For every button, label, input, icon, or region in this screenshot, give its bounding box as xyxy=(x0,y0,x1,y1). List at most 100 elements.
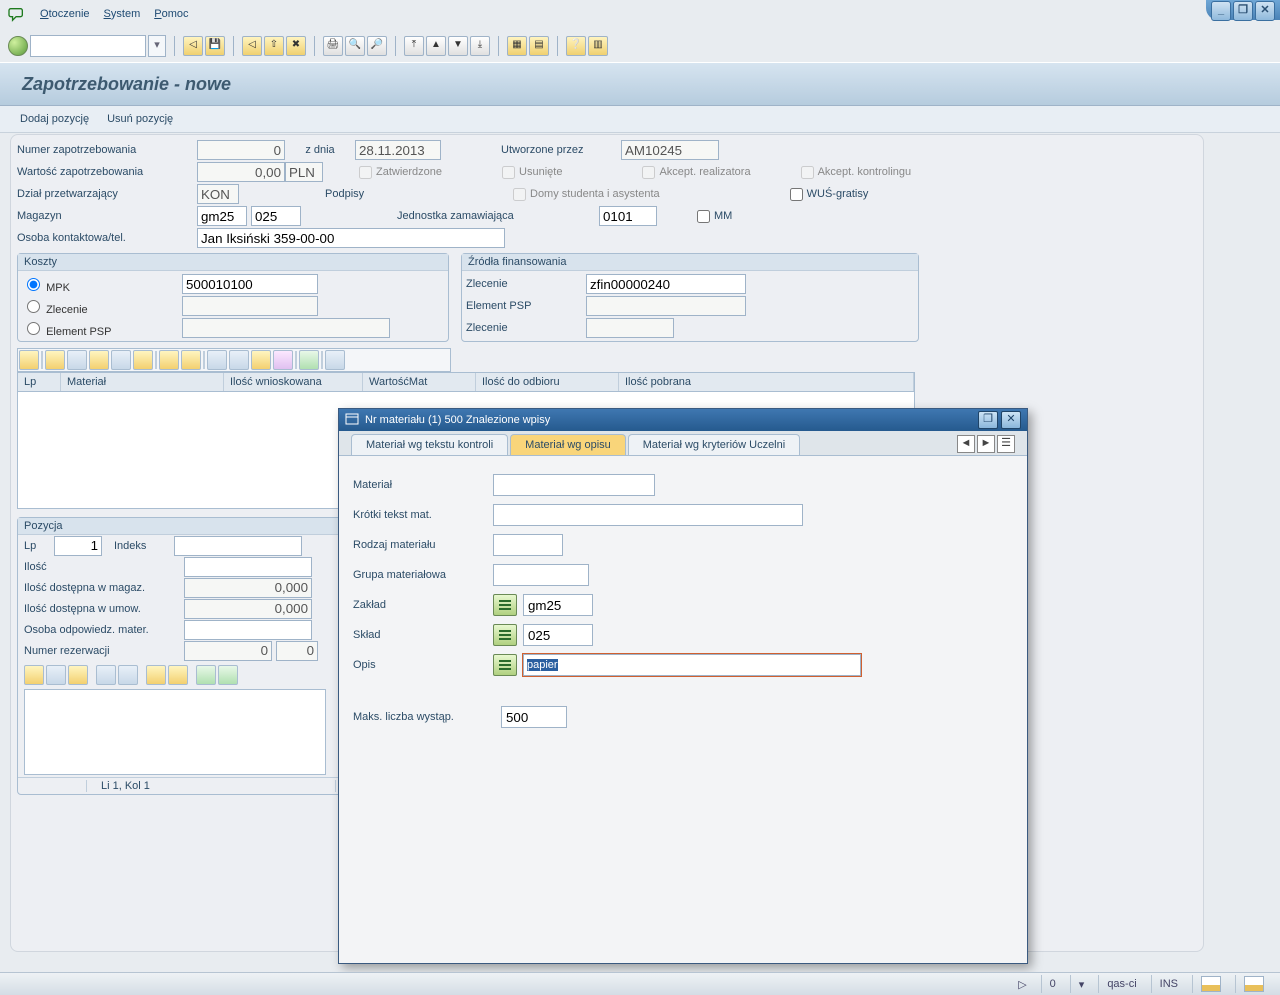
psp-radio[interactable] xyxy=(27,322,40,335)
alv-excel-icon[interactable] xyxy=(251,350,271,370)
layout-icon[interactable]: ▥ xyxy=(588,36,608,56)
osoba-label: Osoba odpowiedz. mater. xyxy=(24,624,184,636)
col-wartosc[interactable]: WartośćMat xyxy=(363,373,476,391)
dlg-max-field[interactable] xyxy=(501,706,567,728)
ilosc-field[interactable] xyxy=(184,557,312,577)
zlecenie-radio[interactable] xyxy=(27,300,40,313)
mpk-field[interactable] xyxy=(182,274,318,294)
dlg-stor-selopt-icon[interactable] xyxy=(493,624,517,646)
mag1-field[interactable] xyxy=(197,206,247,226)
contact-field[interactable] xyxy=(197,228,505,248)
dlg-desc-selopt-icon[interactable] xyxy=(493,654,517,676)
text-find-icon[interactable] xyxy=(146,665,166,685)
win-close-button[interactable]: ✕ xyxy=(1255,1,1275,21)
dlg-plant-field[interactable] xyxy=(523,594,593,616)
acc-ctrl-label: Akcept. kontrolingu xyxy=(818,166,912,178)
zrodla-zlec-field[interactable] xyxy=(586,274,746,294)
prevpage-icon[interactable]: ▲ xyxy=(426,36,446,56)
tab-nav-left-icon[interactable]: ◄ xyxy=(957,435,975,453)
text-cut-icon[interactable] xyxy=(24,665,44,685)
lp-field[interactable] xyxy=(54,536,102,556)
ordunit-field[interactable] xyxy=(599,206,657,226)
alv-print2-icon[interactable] xyxy=(207,350,227,370)
status-layout-icon[interactable] xyxy=(1201,976,1221,992)
text-findnext-icon[interactable] xyxy=(168,665,188,685)
text-save-icon[interactable] xyxy=(218,665,238,685)
col-material[interactable]: Materiał xyxy=(61,373,224,391)
dept-field[interactable] xyxy=(197,184,239,204)
value-field xyxy=(197,162,285,182)
alv-info-icon[interactable] xyxy=(325,350,345,370)
long-text-area[interactable] xyxy=(24,689,326,775)
dlg-type-label: Rodzaj materiału xyxy=(353,539,493,551)
mpk-radio[interactable] xyxy=(27,278,40,291)
dlg-stor-field[interactable] xyxy=(523,624,593,646)
menu-system[interactable]: SystemSystem xyxy=(104,8,141,20)
dlg-material-field[interactable] xyxy=(493,474,655,496)
help-icon[interactable]: ❔ xyxy=(566,36,586,56)
firstpage-icon[interactable]: ⤒ xyxy=(404,36,424,56)
back-icon[interactable]: ◁ xyxy=(183,36,203,56)
sap-command-icon[interactable] xyxy=(8,6,26,22)
alv-graph-icon[interactable] xyxy=(299,350,319,370)
col-lp[interactable]: Lp xyxy=(18,373,61,391)
delete-position-button[interactable]: Usuń pozycję xyxy=(107,113,173,125)
alv-sum-icon[interactable] xyxy=(159,350,179,370)
zdnia-field[interactable] xyxy=(355,140,441,160)
find-icon[interactable]: 🔍 xyxy=(345,36,365,56)
exit-icon[interactable]: ⇧ xyxy=(264,36,284,56)
tab-nav-list-icon[interactable]: ☰ xyxy=(997,435,1015,453)
col-ilosc-pobr[interactable]: Ilość pobrana xyxy=(619,373,914,391)
win-restore-button[interactable]: ❐ xyxy=(1233,1,1253,21)
alv-filter-icon[interactable] xyxy=(133,350,153,370)
tab-material-uczelni[interactable]: Materiał wg kryteriów Uczelni xyxy=(628,434,800,455)
text-copy-icon[interactable] xyxy=(46,665,66,685)
col-ilosc-wn[interactable]: Ilość wnioskowana xyxy=(224,373,363,391)
osoba-field[interactable] xyxy=(184,620,312,640)
indeks-field[interactable] xyxy=(174,536,302,556)
findnext-icon[interactable]: 🔎 xyxy=(367,36,387,56)
newsession-icon[interactable]: ▦ xyxy=(507,36,527,56)
text-paste-icon[interactable] xyxy=(68,665,88,685)
menu-pomoc[interactable]: PomocPomoc xyxy=(154,8,188,20)
mag2-field[interactable] xyxy=(251,206,301,226)
mm-checkbox[interactable] xyxy=(697,210,710,223)
command-field[interactable] xyxy=(30,35,146,57)
cancel-icon[interactable]: ✖ xyxy=(286,36,306,56)
alv-findnext-icon[interactable] xyxy=(111,350,131,370)
tab-material-kontroli[interactable]: Materiał wg tekstu kontroli xyxy=(351,434,508,455)
alv-export-icon[interactable] xyxy=(67,350,87,370)
dlg-group-field[interactable] xyxy=(493,564,589,586)
col-ilosc-odb[interactable]: Ilość do odbioru xyxy=(476,373,619,391)
shortcut-icon[interactable]: ▤ xyxy=(529,36,549,56)
status-layout2-icon[interactable] xyxy=(1244,976,1264,992)
alv-details-icon[interactable] xyxy=(19,350,39,370)
print-icon[interactable]: 🖨 xyxy=(323,36,343,56)
win-minimize-button[interactable]: _ xyxy=(1211,1,1231,21)
alv-view-icon[interactable] xyxy=(229,350,249,370)
save-icon[interactable]: 💾 xyxy=(205,36,225,56)
dlg-plant-selopt-icon[interactable] xyxy=(493,594,517,616)
enter-button[interactable] xyxy=(8,36,28,56)
dlg-type-field[interactable] xyxy=(493,534,563,556)
wus-checkbox[interactable] xyxy=(790,188,803,201)
menu-otoczenie[interactable]: OOtoczenietoczenie xyxy=(40,8,90,20)
tab-nav-right-icon[interactable]: ► xyxy=(977,435,995,453)
back2-icon[interactable]: ◁ xyxy=(242,36,262,56)
command-dropdown[interactable]: ▾ xyxy=(148,35,166,57)
nextpage-icon[interactable]: ▼ xyxy=(448,36,468,56)
dialog-restore-button[interactable]: ❐ xyxy=(978,411,998,429)
dlg-shorttxt-field[interactable] xyxy=(493,504,803,526)
alv-print-icon[interactable] xyxy=(45,350,65,370)
add-position-button[interactable]: Dodaj pozycję xyxy=(20,113,89,125)
alv-subtotal-icon[interactable] xyxy=(181,350,201,370)
dlg-desc-field[interactable]: papier xyxy=(523,654,861,676)
tab-material-opisu[interactable]: Materiał wg opisu xyxy=(510,434,626,455)
lastpage-icon[interactable]: ⤓ xyxy=(470,36,490,56)
alv-layout-icon[interactable] xyxy=(273,350,293,370)
text-redo-icon[interactable] xyxy=(118,665,138,685)
text-load-icon[interactable] xyxy=(196,665,216,685)
dialog-close-button[interactable]: ✕ xyxy=(1001,411,1021,429)
text-undo-icon[interactable] xyxy=(96,665,116,685)
alv-find-icon[interactable] xyxy=(89,350,109,370)
